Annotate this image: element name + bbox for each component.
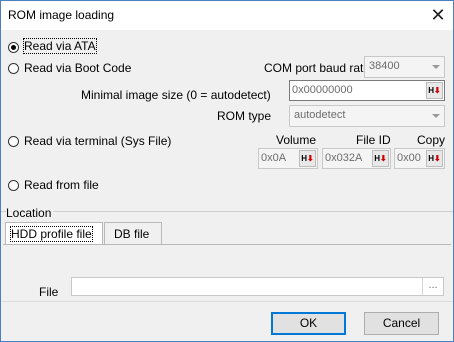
copy-field[interactable]: 0x00 H⬇ xyxy=(394,148,445,169)
min-size-label: Minimal image size (0 = autodetect) xyxy=(81,88,271,102)
rom-image-loading-dialog: ROM image loading ✕ Read via ATA Read vi… xyxy=(0,0,454,342)
browse-button[interactable]: ... xyxy=(422,278,443,295)
tab-db-file[interactable]: DB file xyxy=(104,222,162,245)
baud-rate-select[interactable]: 38400 xyxy=(364,56,445,78)
rom-type-label: ROM type xyxy=(217,109,272,123)
file-label: File xyxy=(39,285,59,299)
location-label: Location xyxy=(6,206,54,220)
file-id-value: 0x032A xyxy=(325,152,363,164)
cancel-button[interactable]: Cancel xyxy=(364,312,439,335)
min-size-field[interactable]: 0x00000000 H⬇ xyxy=(289,80,445,101)
rom-type-select[interactable]: autodetect xyxy=(289,105,445,127)
read-file-label[interactable]: Read from file xyxy=(24,178,99,192)
read-boot-radio[interactable] xyxy=(8,63,19,74)
title-bar: ROM image loading ✕ xyxy=(1,1,453,30)
hex-entry-button[interactable]: H⬇ xyxy=(372,150,389,167)
tab-label: DB file xyxy=(114,227,150,241)
tab-hdd-profile-file[interactable]: HDD profile file xyxy=(5,222,103,245)
arrow-down-icon: ⬇ xyxy=(380,154,387,163)
baud-rate-label: COM port baud rate xyxy=(264,61,371,75)
volume-value: 0x0A xyxy=(261,152,287,164)
read-ata-label[interactable]: Read via ATA xyxy=(23,38,97,54)
read-terminal-label[interactable]: Read via terminal (Sys File) xyxy=(24,134,171,148)
chevron-down-icon xyxy=(428,106,444,126)
copy-value: 0x00 xyxy=(397,152,421,164)
file-id-field[interactable]: 0x032A H⬇ xyxy=(322,148,391,169)
baud-rate-value: 38400 xyxy=(369,60,400,72)
radio-selected-dot xyxy=(11,45,16,50)
hex-entry-button[interactable]: H⬇ xyxy=(426,82,443,99)
ok-button[interactable]: OK xyxy=(271,312,346,335)
hex-entry-button[interactable]: H⬇ xyxy=(426,150,443,167)
file-id-label: File ID xyxy=(356,133,391,147)
volume-field[interactable]: 0x0A H⬇ xyxy=(258,148,318,169)
copy-label: Copy xyxy=(417,133,446,147)
window-title: ROM image loading xyxy=(8,8,115,22)
read-boot-label[interactable]: Read via Boot Code xyxy=(24,61,131,75)
arrow-down-icon: ⬇ xyxy=(434,154,441,163)
tab-label: HDD profile file xyxy=(10,226,93,242)
read-file-radio[interactable] xyxy=(8,180,19,191)
file-path-input[interactable]: ... xyxy=(71,277,444,296)
read-terminal-radio[interactable] xyxy=(8,136,19,147)
rom-type-value: autodetect xyxy=(294,109,346,121)
arrow-down-icon: ⬇ xyxy=(434,86,441,95)
chevron-down-icon xyxy=(428,57,444,77)
volume-label: Volume xyxy=(276,133,317,147)
close-icon[interactable]: ✕ xyxy=(424,2,452,28)
read-ata-radio[interactable] xyxy=(8,42,19,53)
min-size-value: 0x00000000 xyxy=(292,84,353,96)
arrow-down-icon: ⬇ xyxy=(307,154,314,163)
hex-entry-button[interactable]: H⬇ xyxy=(299,150,316,167)
